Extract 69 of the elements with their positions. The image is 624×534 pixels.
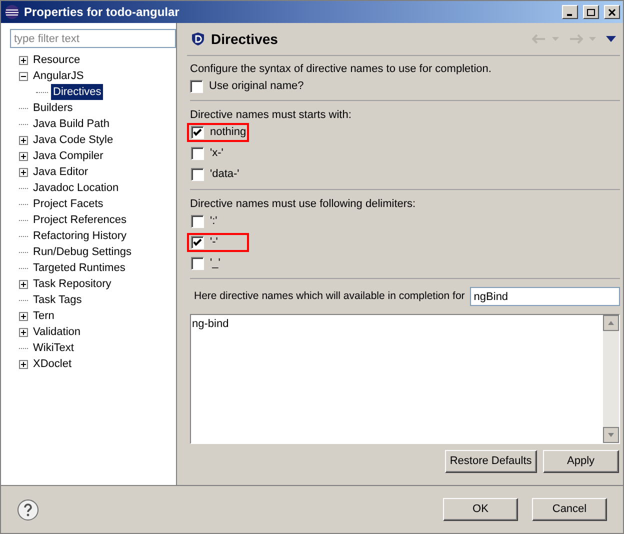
checkbox-label: 'x-' [210, 146, 224, 162]
tree-item[interactable]: Java Build Path [31, 116, 112, 132]
window-title: Properties for todo-angular [24, 4, 180, 21]
scroll-up-icon[interactable] [602, 315, 619, 331]
result-text: ng-bind [191, 317, 230, 332]
completion-field[interactable]: ngBind [470, 287, 620, 306]
expand-icon[interactable] [19, 280, 28, 288]
tree-item[interactable]: Java Compiler [31, 148, 106, 164]
expand-icon[interactable] [19, 56, 28, 64]
tree-item[interactable]: Project References [31, 212, 129, 228]
tree-item[interactable]: Task Tags [31, 292, 84, 308]
checkbox[interactable] [191, 147, 204, 160]
tree-item[interactable]: Javadoc Location [31, 180, 121, 196]
help-icon[interactable] [17, 498, 39, 520]
tree-item[interactable]: Java Code Style [31, 132, 116, 148]
checkbox[interactable] [191, 126, 204, 139]
checkbox[interactable] [191, 236, 204, 249]
tree-item[interactable]: Targeted Runtimes [31, 260, 128, 276]
tree-item[interactable]: Builders [31, 100, 75, 116]
tree-item[interactable]: Java Editor [31, 164, 90, 180]
expand-icon[interactable] [19, 360, 28, 368]
maximize-button[interactable] [583, 5, 599, 19]
dialog-button[interactable]: Cancel [532, 498, 607, 521]
tree-item[interactable]: Task Repository [31, 276, 114, 292]
collapse-icon[interactable] [19, 72, 28, 80]
checkbox-label: '-' [210, 235, 218, 250]
expand-icon[interactable] [19, 168, 28, 176]
tree-item[interactable]: Project Facets [31, 196, 106, 212]
checkbox-label: nothing [210, 125, 246, 140]
close-icon [608, 8, 616, 16]
menu-caret-icon[interactable] [606, 36, 616, 42]
tree-item[interactable]: Refactoring History [31, 228, 129, 244]
tree-item[interactable]: AngularJS [31, 68, 86, 84]
expand-icon[interactable] [19, 152, 28, 160]
checkbox-label: 'data-' [210, 167, 240, 182]
tree-item[interactable]: WikiText [31, 340, 76, 356]
eclipse-icon [4, 4, 20, 20]
expand-icon[interactable] [19, 328, 28, 336]
result-area[interactable]: ng-bind [190, 314, 620, 444]
shield-icon [191, 32, 205, 46]
minimize-button[interactable] [562, 5, 578, 19]
tree-item[interactable]: Tern [31, 308, 56, 324]
description-text: Configure the syntax of directive names to use for completion. [190, 62, 492, 75]
expand-icon[interactable] [19, 312, 28, 320]
close-button[interactable] [604, 5, 620, 19]
maximize-icon [587, 8, 595, 16]
section-heading: Directive names must starts with: [190, 108, 352, 122]
checkbox[interactable] [191, 257, 204, 270]
checkbox[interactable] [191, 215, 204, 228]
checkbox[interactable] [190, 80, 203, 92]
section-heading: Directive names must use following delimiters: [190, 197, 417, 211]
checkbox-label: '_' [210, 256, 220, 272]
completion-label: Here directive names which will available in completion for [194, 288, 465, 304]
dialog-button[interactable]: Restore Defaults [444, 450, 537, 473]
tree-item[interactable]: Directives [51, 84, 104, 100]
tree-item[interactable]: XDoclet [31, 356, 74, 372]
expand-icon[interactable] [19, 136, 28, 144]
filter-field[interactable]: type filter text [10, 29, 176, 48]
checkbox[interactable] [191, 168, 204, 181]
tree-item[interactable]: Run/Debug Settings [31, 244, 134, 260]
dialog-button[interactable]: OK [443, 498, 518, 521]
checkbox-label: Use original name? [209, 78, 304, 94]
tree-item[interactable]: Resource [31, 52, 82, 68]
scroll-down-icon[interactable] [602, 427, 619, 443]
tree-item[interactable]: Validation [31, 324, 82, 340]
scrollbar[interactable] [602, 315, 619, 443]
page-title: Directives [211, 30, 278, 48]
dialog-button[interactable]: Apply [542, 450, 619, 473]
checkbox-label: ':' [210, 214, 218, 230]
